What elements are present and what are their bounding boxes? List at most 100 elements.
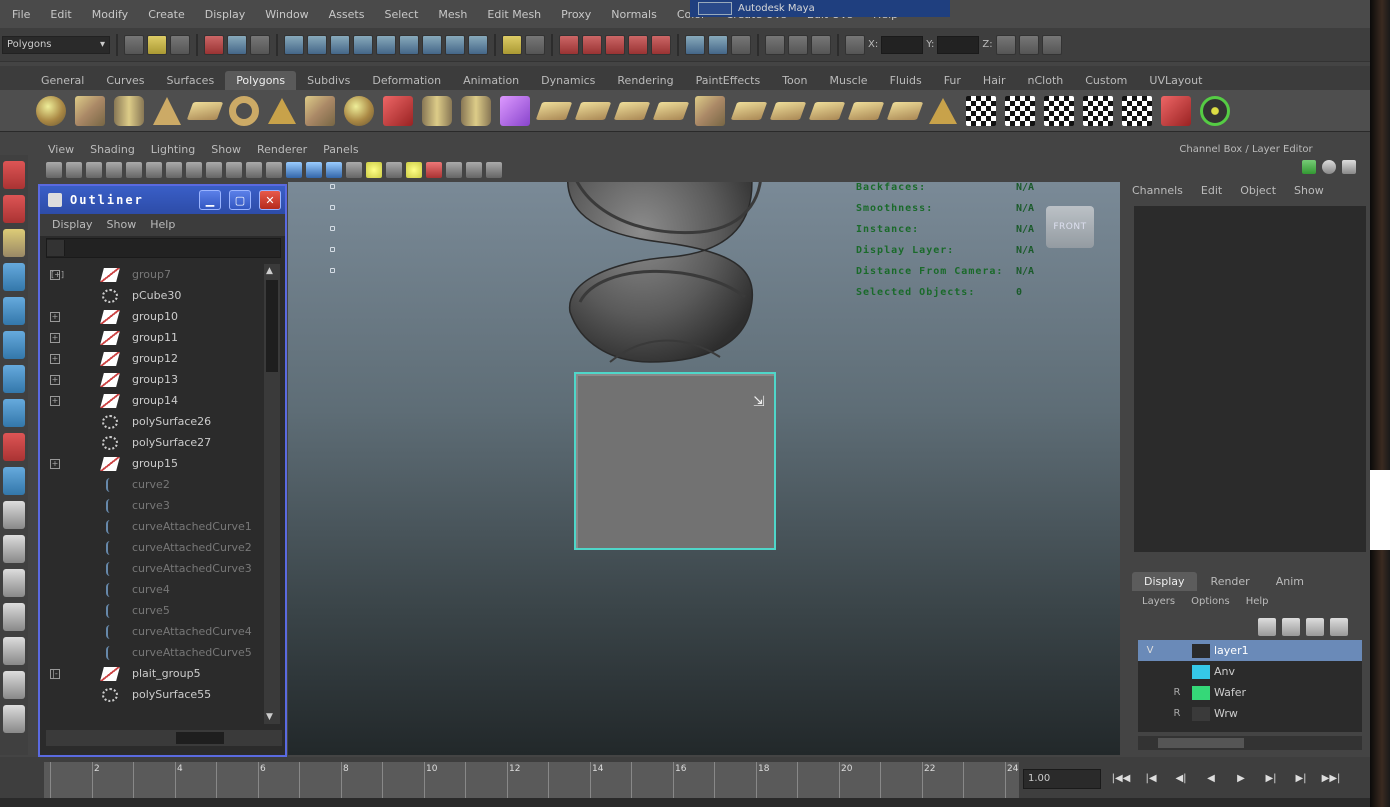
shelf-tab-custom[interactable]: Custom xyxy=(1074,71,1138,90)
expand-toggle-icon[interactable]: + xyxy=(50,311,60,322)
checker-3-icon[interactable] xyxy=(1044,95,1074,126)
outliner-item[interactable]: curveAttachedCurve1 xyxy=(42,516,264,537)
bevel-icon[interactable] xyxy=(769,101,807,120)
layer-menu-options[interactable]: Options xyxy=(1191,596,1230,607)
outliner-vscroll-thumb[interactable] xyxy=(266,280,278,372)
attribute-editor-icon[interactable] xyxy=(1018,34,1039,55)
go-to-end-icon[interactable]: ▶▶| xyxy=(1320,767,1342,789)
panel-menu-shading[interactable]: Shading xyxy=(84,141,141,159)
hypershade-icon[interactable] xyxy=(3,637,25,665)
menu-select[interactable]: Select xyxy=(374,8,428,21)
snap-grid-icon[interactable] xyxy=(559,34,579,55)
scroll-up-icon[interactable]: ▲ xyxy=(266,266,273,276)
xray-joints-icon[interactable] xyxy=(466,162,482,178)
time-ruler[interactable]: 2 4 6 8 10 12 14 16 18 20 22 24 xyxy=(44,762,1019,798)
construction-history-icon[interactable] xyxy=(708,34,728,55)
panel-menu-panels[interactable]: Panels xyxy=(317,141,364,159)
expand-toggle-icon[interactable]: + xyxy=(50,458,60,469)
checker-2-icon[interactable] xyxy=(1005,95,1035,126)
expand-toggle-icon[interactable]: + xyxy=(50,332,60,343)
menu-assets[interactable]: Assets xyxy=(319,8,375,21)
planar-map-icon[interactable] xyxy=(886,101,924,120)
outliner-item[interactable]: + group14 xyxy=(42,390,264,411)
minimize-button[interactable]: ▁ xyxy=(199,190,221,210)
outliner-item[interactable]: polySurface26 xyxy=(42,411,264,432)
append-polygon-icon[interactable] xyxy=(613,101,651,120)
select-object-icon[interactable] xyxy=(227,34,247,55)
pick-dynamic-icon[interactable] xyxy=(422,34,442,55)
shelf-tab-deformation[interactable]: Deformation xyxy=(361,71,452,90)
pick-misc-icon[interactable] xyxy=(468,34,488,55)
poly-plane-icon[interactable] xyxy=(186,101,224,120)
outliner-item[interactable]: polySurface27 xyxy=(42,432,264,453)
outliner-item[interactable]: curveAttachedCurve4 xyxy=(42,621,264,642)
front-viewport[interactable]: Backfaces: N/A Smoothness: N/A Instance:… xyxy=(288,182,1120,755)
panel-menu-show[interactable]: Show xyxy=(205,141,247,159)
shelf-tab-painteffects[interactable]: PaintEffects xyxy=(685,71,772,90)
braid-mesh[interactable] xyxy=(550,182,780,372)
lasso-tool-icon[interactable] xyxy=(3,195,25,223)
panel-menu-renderer[interactable]: Renderer xyxy=(251,141,313,159)
menu-create[interactable]: Create xyxy=(138,8,195,21)
new-empty-layer-icon[interactable] xyxy=(1258,618,1276,636)
outliner-menu-help[interactable]: Help xyxy=(150,218,175,232)
view-cube[interactable]: FRONT xyxy=(1046,206,1094,248)
channel-icon[interactable] xyxy=(1302,160,1316,174)
pick-mask-icon[interactable] xyxy=(284,34,304,55)
render-view-icon[interactable] xyxy=(731,34,751,55)
select-tool-icon[interactable] xyxy=(3,161,25,189)
layer-color-swatch[interactable] xyxy=(1192,685,1210,700)
shelf-tab-muscle[interactable]: Muscle xyxy=(818,71,878,90)
pick-deform-icon[interactable] xyxy=(399,34,419,55)
highlight-selection-icon[interactable] xyxy=(525,34,545,55)
safe-action-icon[interactable] xyxy=(226,162,242,178)
offset-edgeloop-icon[interactable] xyxy=(730,101,768,120)
pick-surface-icon[interactable] xyxy=(376,34,396,55)
shadows-icon[interactable] xyxy=(386,162,402,178)
grid-icon[interactable] xyxy=(126,162,142,178)
collapse-icon[interactable] xyxy=(847,101,885,120)
menu-normals[interactable]: Normals xyxy=(601,8,667,21)
move-up-icon[interactable] xyxy=(1306,618,1324,636)
move-tool-icon[interactable] xyxy=(3,263,25,291)
high-quality-icon[interactable] xyxy=(406,162,422,178)
menu-window[interactable]: Window xyxy=(255,8,318,21)
bookmarks-icon[interactable] xyxy=(86,162,102,178)
outliner-hscroll-thumb[interactable] xyxy=(176,732,224,744)
use-all-lights-icon[interactable] xyxy=(346,162,362,178)
last-tool-icon[interactable] xyxy=(3,467,25,495)
outliner-item[interactable]: curve5 xyxy=(42,600,264,621)
isolate-select-icon[interactable] xyxy=(446,162,462,178)
outliner-item[interactable]: curve3 xyxy=(42,495,264,516)
field-chart-icon[interactable] xyxy=(206,162,222,178)
save-scene-icon[interactable] xyxy=(170,34,190,55)
shelf-tab-fur[interactable]: Fur xyxy=(933,71,972,90)
new-layer-selected-icon[interactable] xyxy=(1282,618,1300,636)
expand-toggle-icon[interactable]: + xyxy=(50,353,60,364)
expand-toggle-icon[interactable]: [+] xyxy=(50,269,64,280)
persp-graph-icon[interactable] xyxy=(3,603,25,631)
menu-modify[interactable]: Modify xyxy=(82,8,138,21)
camera-attributes-icon[interactable] xyxy=(66,162,82,178)
panel-menu-lighting[interactable]: Lighting xyxy=(145,141,201,159)
taskbar-title[interactable]: Autodesk Maya xyxy=(690,0,950,17)
layer-reference-toggle[interactable]: R xyxy=(1162,687,1192,698)
poly-prism-icon[interactable] xyxy=(305,95,335,126)
four-view-icon[interactable] xyxy=(3,535,25,563)
expand-toggle-icon[interactable]: + xyxy=(50,374,60,385)
shelf-tab-ncloth[interactable]: nCloth xyxy=(1017,71,1075,90)
channel-menu-edit[interactable]: Edit xyxy=(1201,184,1222,197)
step-forward-icon[interactable]: ▶| xyxy=(1290,767,1312,789)
smooth-shade-icon[interactable] xyxy=(286,162,302,178)
soft-mod-icon[interactable] xyxy=(3,399,25,427)
outliner-item[interactable]: |- plait_group5 xyxy=(42,663,264,684)
filter-icon[interactable] xyxy=(47,240,65,256)
outliner-item[interactable]: pCube30 xyxy=(42,285,264,306)
default-light-icon[interactable] xyxy=(366,162,382,178)
layer-menu-help[interactable]: Help xyxy=(1246,596,1269,607)
universal-manipulator-icon[interactable] xyxy=(3,365,25,393)
extrude-icon[interactable] xyxy=(535,101,573,120)
rotate-tool-icon[interactable] xyxy=(3,297,25,325)
html-icon[interactable] xyxy=(1161,95,1191,126)
poly-extract-icon[interactable] xyxy=(461,95,491,126)
